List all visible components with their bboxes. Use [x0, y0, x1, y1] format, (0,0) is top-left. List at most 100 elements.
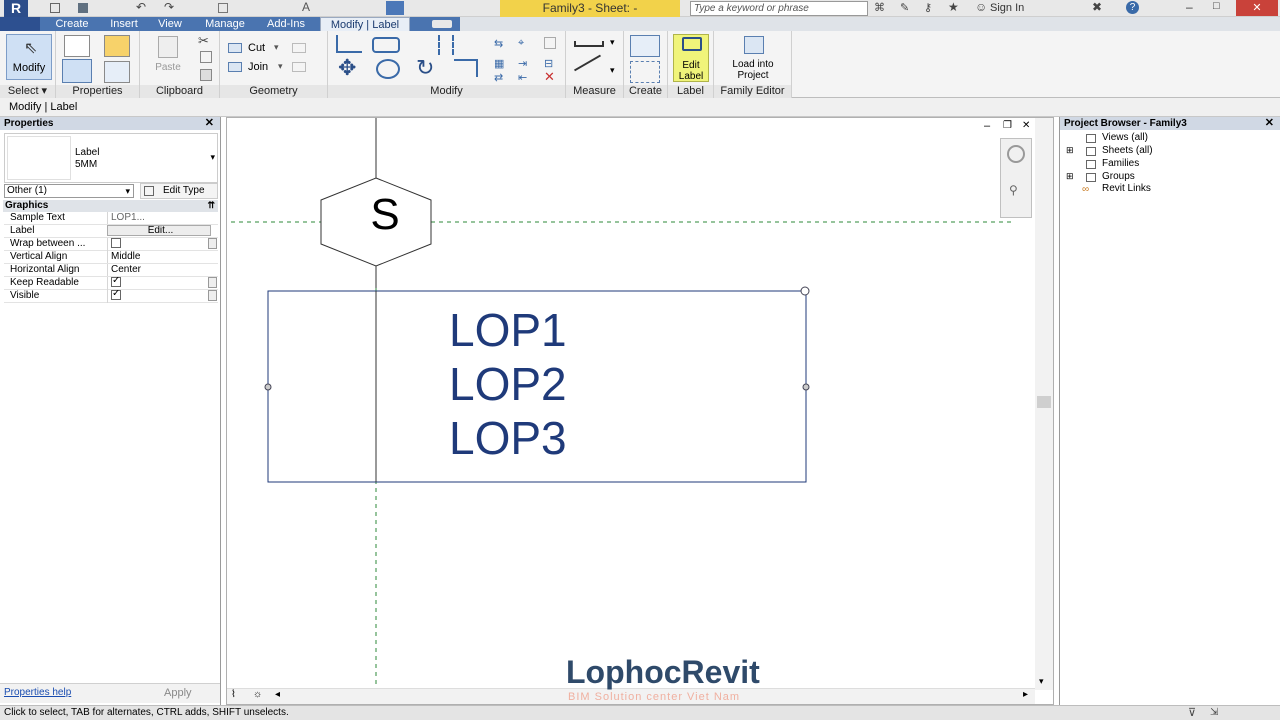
print-icon[interactable] [218, 3, 228, 13]
mirror-draw-axis-icon[interactable] [452, 35, 478, 55]
scale-icon[interactable] [544, 37, 556, 49]
user-icon[interactable]: ☺ [975, 0, 987, 14]
visible-checkbox[interactable] [111, 290, 121, 300]
maximize-icon[interactable]: □ [1213, 0, 1220, 12]
tools-icon[interactable]: ✎ [900, 1, 909, 14]
zoom-icon[interactable]: ⚲ [1009, 183, 1018, 197]
tab-modify-label[interactable]: Modify | Label [320, 17, 410, 31]
tree-item-sheets[interactable]: ⊞ Sheets (all) [1066, 145, 1153, 156]
tab-create[interactable]: Create [46, 17, 98, 31]
graphics-group-header[interactable]: Graphics ⇈ [3, 200, 218, 212]
edit-label-button[interactable]: Edit Label [673, 34, 709, 82]
tab-insert[interactable]: Insert [100, 17, 148, 31]
view-minimize-icon[interactable]: – [984, 120, 990, 132]
tab-manage[interactable]: Manage [198, 17, 252, 31]
family-category-icon[interactable] [104, 35, 130, 57]
minimize-icon[interactable]: – [1186, 0, 1193, 14]
text-icon[interactable]: A [302, 0, 310, 14]
cut-icon[interactable]: ✂ [198, 33, 209, 49]
sample-text-field[interactable]: LOP1... [107, 212, 211, 224]
copy-icon[interactable] [200, 51, 212, 63]
scroll-right-icon[interactable]: ▸ [1023, 689, 1028, 700]
edit-type-button[interactable]: Edit Type [140, 183, 218, 199]
properties-close-icon[interactable]: ✕ [205, 117, 214, 130]
dimension-icon[interactable] [574, 54, 608, 84]
view-close-icon[interactable]: ✕ [1022, 120, 1030, 131]
grip-right[interactable] [802, 383, 810, 391]
join-dropdown-icon[interactable]: ▾ [278, 61, 283, 72]
paste-button[interactable]: Paste [150, 34, 186, 76]
unjoin-icon[interactable] [292, 43, 306, 53]
load-into-project-button[interactable]: Load into Project [720, 34, 786, 82]
search-input[interactable]: Type a keyword or phrase [690, 1, 868, 16]
sun-path-icon[interactable]: ☼ [253, 689, 262, 700]
dimension-dropdown-icon[interactable]: ▾ [610, 65, 615, 76]
associate-param-button[interactable] [208, 277, 217, 288]
create-similar-icon[interactable] [630, 35, 660, 57]
filter-icon[interactable]: ⊽ [1188, 706, 1196, 720]
modify-button[interactable]: ⇖ Modify [6, 34, 52, 80]
grip-left[interactable] [264, 383, 272, 391]
delete-icon[interactable]: ✕ [544, 69, 555, 85]
offset-icon[interactable] [372, 37, 400, 53]
tree-item-families[interactable]: Families [1086, 158, 1139, 169]
tree-item-revit-links[interactable]: ∞ Revit Links [1082, 183, 1151, 195]
tree-item-groups[interactable]: ⊞ Groups [1066, 171, 1135, 182]
align-icon[interactable] [336, 35, 362, 53]
split-element-icon[interactable]: ⇆ [494, 37, 503, 50]
cut-dropdown-icon[interactable]: ▾ [274, 42, 279, 53]
measure-dropdown-icon[interactable]: ▾ [610, 37, 615, 48]
tab-add-ins[interactable]: Add-Ins [258, 17, 314, 31]
type-dropdown-icon[interactable]: ▾ [210, 152, 215, 163]
tab-view[interactable]: View [150, 17, 190, 31]
drawing-canvas[interactable]: S LOP1 LOP2 LOP3 – ❐ ✕ ⚲ ▾ ⌇ ☼ ◂ ▸ Lopho… [226, 117, 1054, 705]
label-edit-button[interactable]: Edit... [107, 225, 211, 236]
mirror-pick-axis-icon[interactable] [414, 35, 440, 55]
move-icon[interactable]: ✥ [338, 57, 356, 79]
instance-filter[interactable]: Other (1) ▾ [4, 184, 134, 198]
scroll-down-icon[interactable]: ▾ [1039, 676, 1044, 687]
revit-logo-icon[interactable]: R [4, 0, 28, 17]
expand-icon[interactable]: ⊞ [1066, 171, 1074, 182]
app-menu-button[interactable] [0, 17, 40, 31]
apply-button[interactable]: Apply [164, 687, 192, 699]
copy-element-icon[interactable] [376, 59, 400, 79]
star-icon[interactable]: ★ [948, 0, 959, 14]
vertical-scrollbar[interactable]: ▾ [1035, 118, 1053, 690]
help-icon[interactable]: ? [1126, 1, 1139, 14]
split-gap-icon[interactable]: ⇄ [494, 71, 503, 84]
vertical-scroll-thumb[interactable] [1037, 396, 1051, 408]
steering-wheel-icon[interactable] [1007, 145, 1025, 163]
pin-icon[interactable]: ⌖ [518, 37, 524, 50]
selection-icon[interactable]: ⇲ [1210, 706, 1218, 720]
measure-icon[interactable] [574, 41, 604, 47]
horizontal-align-field[interactable]: Center [107, 264, 211, 276]
sign-in-link[interactable]: Sign In [990, 2, 1024, 14]
type-properties-icon[interactable] [104, 61, 130, 83]
cut-geometry-label[interactable]: Cut [248, 42, 265, 54]
trim-extend-icon[interactable] [454, 59, 478, 77]
keep-readable-checkbox[interactable] [111, 277, 121, 287]
rotate-grip[interactable] [800, 286, 810, 296]
join-geometry-icon[interactable] [228, 62, 242, 72]
split-face-icon[interactable] [292, 62, 306, 72]
browser-close-icon[interactable]: ✕ [1265, 117, 1274, 130]
undo-icon[interactable]: ↶ [136, 0, 146, 14]
extend-icon[interactable]: ⇤ [518, 71, 527, 84]
properties-palette-icon[interactable] [62, 59, 92, 83]
close-icon[interactable]: ✕ [1236, 0, 1278, 16]
associate-param-button[interactable] [208, 290, 217, 301]
rotate-icon[interactable]: ↻ [416, 57, 434, 79]
exchange-icon[interactable]: ✖ [1092, 0, 1102, 14]
create-group-icon[interactable] [630, 61, 660, 83]
key-icon[interactable]: ⚷ [924, 1, 932, 14]
vertical-align-field[interactable]: Middle [107, 251, 211, 263]
join-geometry-label[interactable]: Join [248, 61, 268, 73]
open-icon[interactable] [50, 3, 60, 13]
properties-help-link[interactable]: Properties help [4, 687, 71, 698]
tree-item-views[interactable]: Views (all) [1086, 132, 1148, 143]
select-dropdown[interactable]: Select ▾ [0, 85, 55, 98]
array-icon[interactable]: ▦ [494, 57, 504, 70]
match-type-icon[interactable] [200, 69, 212, 81]
expand-icon[interactable]: ⊞ [1066, 145, 1074, 156]
